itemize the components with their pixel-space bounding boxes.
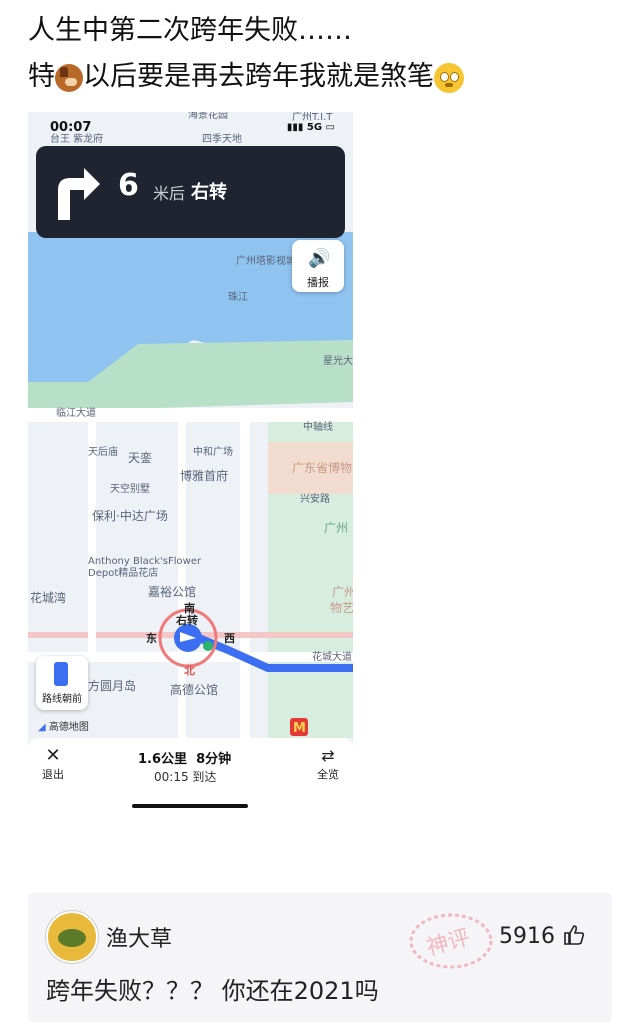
map-label-zhonghe: 中和广场 <box>193 445 233 458</box>
post-line-2-start: 特 <box>28 61 55 92</box>
network-type: 5G <box>306 122 323 133</box>
map-label-wuyi: 物艺 <box>330 601 353 615</box>
map-label-gaode: 高德公馆 <box>170 682 218 697</box>
map-label-guangzhou2: 广州 <box>332 585 353 599</box>
overview-button[interactable]: ⇄ 全览 <box>311 746 345 782</box>
map-label-fangyuan: 方圆月岛 <box>88 678 136 693</box>
battery-icon: ▭ <box>325 122 335 133</box>
map-label-museum: 广东省博物 <box>292 460 352 475</box>
like-count-value: 5916 <box>499 924 555 949</box>
status-time: 00:07 <box>50 120 92 135</box>
signal-icon: ▮▮▮ <box>286 122 307 133</box>
map-label-depot: Depot精品花店 <box>88 566 158 579</box>
navigation-screenshot: 海景花园 广州T.I.T 四季天地 台王 紫龙府 广州塔影视城 珠江 星光大道 … <box>28 112 353 814</box>
turn-distance: 6 <box>118 168 139 203</box>
svg-text:M: M <box>293 721 306 736</box>
compass-west: 西 <box>224 632 235 645</box>
map-label-huacheng-road: 花城大道 <box>312 650 352 663</box>
map-label-road1: 临江大道 <box>56 406 96 419</box>
post-line-2-end: 以后要是再去跨年我就是煞笔 <box>83 61 434 92</box>
comment-username[interactable]: 渔大草 <box>106 921 172 953</box>
broadcast-button[interactable]: 🔊 播报 <box>292 240 344 292</box>
exit-button[interactable]: ✕ 退出 <box>36 746 70 782</box>
speaker-icon: 🔊 <box>308 248 331 269</box>
turn-action: 右转 <box>191 182 227 203</box>
route-distance: 1.6公里 <box>138 752 188 767</box>
map-label-xingan: 兴安路 <box>300 492 330 505</box>
amap-brand-label: 高德地图 <box>48 722 89 733</box>
broadcast-label: 播报 <box>307 276 329 289</box>
compass-north: 北 <box>184 663 195 677</box>
status-network: ▮▮▮ 5G ▭ <box>287 122 335 133</box>
route-summary: 1.6公里 8分钟 <box>138 748 231 767</box>
amap-brand: ◢ 高德地图 <box>38 718 89 733</box>
avatar[interactable] <box>46 911 98 963</box>
map-label-boya: 博雅首府 <box>180 468 228 483</box>
horse-emoji-icon <box>55 63 83 92</box>
map-label-jiayu: 嘉裕公馆 <box>148 584 196 599</box>
flushed-face-emoji-icon <box>434 62 464 93</box>
post-title: 人生中第二次跨年失败…… 特以后要是再去跨年我就是煞笔 <box>28 8 464 100</box>
map-label-tower: 广州塔影视城 <box>236 254 296 267</box>
compass-south: 南 <box>184 601 195 615</box>
stamp-text: 神评 <box>424 925 473 961</box>
map-label-bridge: 星光大道 <box>323 354 353 367</box>
compass-turn-hint: 右转 <box>175 613 198 627</box>
navigation-bottom-bar: ✕ 退出 1.6公里 8分钟 00:15 到达 ⇄ 全览 <box>28 738 353 814</box>
map-label-tiankong: 天空别墅 <box>110 482 150 495</box>
comment-text: 跨年失败？？？ 你还在2021吗 <box>46 977 379 1005</box>
map-label-huachengwan: 花城湾 <box>30 590 66 605</box>
turn-distance-unit: 米后 <box>153 184 186 203</box>
map-label-tianluo: 天銮 <box>128 450 152 465</box>
lane-icon <box>54 662 68 686</box>
map-label-road3: 中轴线 <box>303 420 333 433</box>
exit-label: 退出 <box>42 768 64 781</box>
home-indicator <box>132 804 248 808</box>
route-direction-label: 路线朝前 <box>42 694 82 705</box>
map-label-dahou: 天后庙 <box>88 445 118 458</box>
top-comment: 渔大草 神评 5916 跨年失败？？？ 你还在2021吗 <box>28 893 612 1023</box>
featured-comment-stamp-icon: 神评 <box>409 913 493 969</box>
post-line-2: 特以后要是再去跨年我就是煞笔 <box>28 54 464 100</box>
compass-east: 东 <box>146 631 157 645</box>
like-count[interactable]: 5916 <box>499 923 586 949</box>
map-label-top3: 四季天地 <box>202 132 242 145</box>
map-label-river: 珠江 <box>228 290 248 303</box>
map-label-anthony: Anthony Black'sFlower <box>88 556 202 567</box>
close-icon: ✕ <box>45 745 61 766</box>
map-label-guangzhou: 广州 <box>324 521 348 535</box>
turn-right-arrow-icon <box>58 168 100 220</box>
thumbs-up-icon[interactable] <box>562 923 586 947</box>
overview-icon: ⇄ <box>321 746 335 765</box>
post-line-1: 人生中第二次跨年失败…… <box>28 15 352 46</box>
amap-logo-icon: ◢ <box>38 722 49 733</box>
route-direction-button[interactable]: 路线朝前 <box>36 656 88 710</box>
map-label-top1: 海景花园 <box>188 112 228 121</box>
arrival-time: 00:15 到达 <box>154 770 217 784</box>
overview-label: 全览 <box>317 768 339 781</box>
route-duration: 8分钟 <box>196 752 232 767</box>
map-label-baoli: 保利·中达广场 <box>92 508 168 523</box>
navigation-instruction-card: 6 米后 右转 <box>36 146 345 238</box>
